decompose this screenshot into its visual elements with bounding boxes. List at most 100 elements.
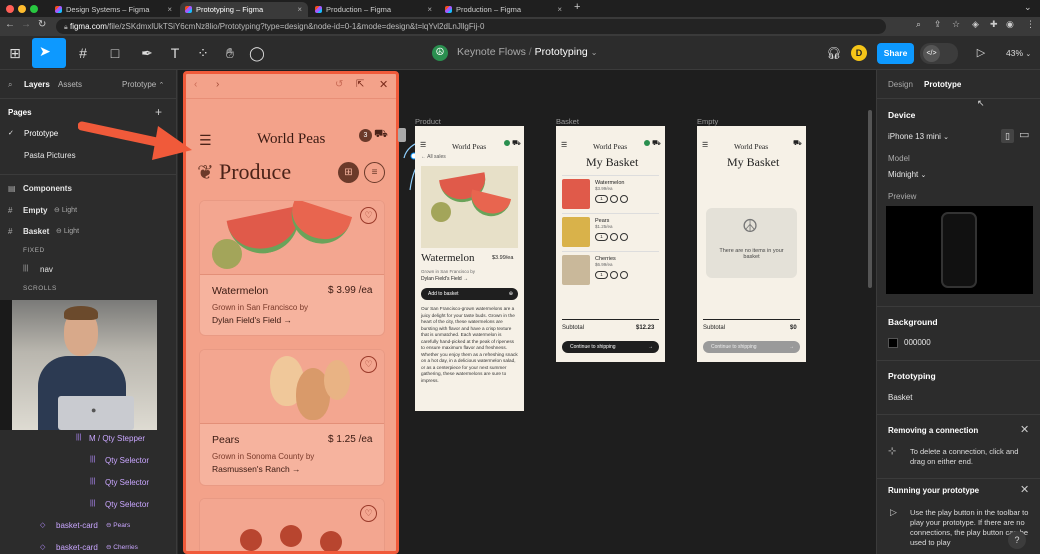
favorite-button[interactable]: ♡ bbox=[360, 207, 377, 224]
layer-empty[interactable]: # Empty ⊖ Light bbox=[0, 203, 176, 219]
close-tab-icon[interactable]: × bbox=[557, 2, 562, 17]
close-tab-icon[interactable]: × bbox=[427, 2, 432, 17]
qty-stepper[interactable]: 1 bbox=[595, 195, 630, 203]
share-page-icon[interactable]: ⇪ bbox=[934, 19, 942, 30]
search-icon[interactable]: ⌕ bbox=[916, 19, 921, 30]
prototype-preview-window[interactable]: ‹ › ↺ ⇱ ✕ ☰ World Peas 3 ⛟ ❦ Produce ⊞ ≡… bbox=[183, 71, 399, 554]
frame-empty[interactable]: ☰ World Peas ⛟ My Basket ☮ There are no … bbox=[697, 126, 806, 362]
back-arrow-icon[interactable]: ← bbox=[5, 19, 15, 30]
browser-tab-production[interactable]: Production – Figma × bbox=[310, 2, 438, 17]
url-input[interactable]: 🔒︎ figma.com/file/zSKdmxlUkTSiY6cmNz8lio… bbox=[56, 19, 886, 34]
continue-shipping-button[interactable]: Continue to shipping → bbox=[703, 341, 800, 353]
basket-item[interactable]: Cherries $6.99/ea 1 bbox=[562, 251, 659, 287]
avatar[interactable]: D bbox=[851, 45, 867, 61]
grid-view-button[interactable]: ⊞ bbox=[338, 162, 359, 183]
layer-basket-card[interactable]: ◇ basket-card ⊖ Cherries bbox=[0, 541, 176, 554]
basket-item[interactable]: Watermelon $3.99/ea 1 bbox=[562, 175, 659, 211]
favorite-button[interactable]: ♡ bbox=[360, 505, 377, 522]
basket-item[interactable]: Pears $1.25/ea 1 bbox=[562, 213, 659, 249]
tab-list-chevron-icon[interactable]: ⌄ bbox=[1024, 2, 1032, 13]
frame-label-product[interactable]: Product bbox=[415, 117, 441, 126]
resources-icon[interactable]: ⁘ bbox=[192, 42, 214, 64]
browser-tab-production-2[interactable]: Production – Figma × bbox=[440, 2, 568, 17]
close-icon[interactable]: ✕ bbox=[1020, 483, 1029, 496]
profile-icon[interactable]: ◉ bbox=[1006, 19, 1014, 30]
tab-layers[interactable]: Layers bbox=[24, 80, 50, 89]
product-card-watermelon[interactable]: ♡ Watermelon $ 3.99 /ea Grown in San Fra… bbox=[199, 200, 385, 336]
forward-arrow-icon[interactable]: › bbox=[216, 79, 219, 90]
bookmark-star-icon[interactable]: ☆ bbox=[952, 19, 960, 30]
layer-basket-card[interactable]: ◇ basket-card ⊖ Pears bbox=[0, 519, 176, 533]
hand-tool-icon[interactable]: ✋︎ bbox=[219, 42, 241, 64]
tab-prototype[interactable]: Prototype bbox=[924, 80, 961, 89]
reload-icon[interactable]: ↻ bbox=[38, 19, 46, 30]
chevron-down-icon[interactable]: ⌄ bbox=[591, 48, 598, 57]
product-card-cherries[interactable]: ♡ bbox=[199, 498, 385, 551]
list-view-button[interactable]: ≡ bbox=[364, 162, 385, 183]
layer-qty-selector[interactable]: ||| Qty Selector bbox=[0, 454, 176, 468]
back-arrow-icon[interactable]: ‹ bbox=[194, 79, 197, 90]
model-select[interactable]: Midnight ⌄ bbox=[888, 170, 926, 179]
help-button[interactable]: ? bbox=[1008, 531, 1026, 549]
present-icon[interactable]: ▷ bbox=[970, 42, 992, 64]
zoom-level[interactable]: 43% ⌄ bbox=[1006, 48, 1031, 58]
layer-basket[interactable]: # Basket ⊖ Light bbox=[0, 224, 176, 240]
farm-link[interactable]: Dylan Field's Field → bbox=[421, 276, 468, 282]
menu-icon[interactable]: ☰ bbox=[199, 132, 212, 149]
frame-product[interactable]: ☰ World Peas ⛟ ← All sales Watermelon $3… bbox=[415, 126, 524, 411]
frame-basket[interactable]: ☰ World Peas ⛟ My Basket Watermelon $3.9… bbox=[556, 126, 665, 362]
layer-qty-selector[interactable]: ||| Qty Selector bbox=[0, 476, 176, 490]
portrait-orientation-button[interactable]: ▯ bbox=[1001, 129, 1014, 143]
layer-nav[interactable]: ||| nav bbox=[0, 263, 176, 277]
dev-mode-toggle[interactable]: </> bbox=[920, 43, 958, 64]
close-window-icon[interactable] bbox=[6, 5, 14, 13]
frame-label-basket[interactable]: Basket bbox=[556, 117, 579, 126]
more-menu-icon[interactable]: ⋮ bbox=[1026, 19, 1035, 30]
basket-icon[interactable]: ⛟ bbox=[374, 128, 388, 142]
qty-stepper[interactable]: 1 bbox=[595, 271, 630, 279]
plus-button[interactable] bbox=[620, 271, 628, 279]
close-icon[interactable]: ✕ bbox=[1020, 423, 1029, 436]
pen-tool-icon[interactable]: ✒ bbox=[136, 42, 158, 64]
background-color-value[interactable]: 000000 bbox=[904, 338, 931, 347]
maximize-window-icon[interactable] bbox=[30, 5, 38, 13]
add-to-basket-button[interactable]: Add to basket ⊕ bbox=[421, 288, 518, 300]
move-tool-button[interactable]: ➤ bbox=[32, 38, 66, 68]
product-card-pears[interactable]: ♡ Pears $ 1.25 /ea Grown in Sonoma Count… bbox=[199, 349, 385, 486]
browser-tab-design-systems[interactable]: Design Systems – Figma × bbox=[50, 2, 178, 17]
plus-button[interactable] bbox=[620, 195, 628, 203]
share-button[interactable]: Share bbox=[877, 43, 914, 64]
qty-stepper[interactable]: 1 bbox=[595, 233, 630, 241]
minus-button[interactable] bbox=[610, 233, 618, 241]
favorite-button[interactable]: ♡ bbox=[360, 356, 377, 373]
open-external-icon[interactable]: ⇱ bbox=[356, 79, 364, 90]
canvas-scrollbar[interactable] bbox=[868, 110, 872, 288]
farm-link[interactable]: Rasmussen's Ranch → bbox=[212, 464, 301, 474]
connection-handle[interactable] bbox=[398, 128, 406, 142]
background-color-swatch[interactable] bbox=[888, 338, 898, 348]
device-select[interactable]: iPhone 13 mini ⌄ bbox=[888, 132, 949, 141]
minimize-window-icon[interactable] bbox=[18, 5, 26, 13]
shape-tool-icon[interactable]: □ bbox=[104, 42, 126, 64]
restart-icon[interactable]: ↺ bbox=[335, 79, 343, 90]
back-link[interactable]: ← All sales bbox=[421, 154, 446, 160]
landscape-orientation-icon[interactable]: ▭ bbox=[1019, 128, 1029, 141]
add-page-icon[interactable]: + bbox=[155, 105, 162, 119]
plus-button[interactable] bbox=[620, 233, 628, 241]
minus-button[interactable] bbox=[610, 195, 618, 203]
page-select[interactable]: Prototype ⌃ bbox=[122, 80, 164, 89]
tab-assets[interactable]: Assets bbox=[58, 80, 82, 89]
main-menu-icon[interactable]: ⊞ bbox=[4, 42, 26, 64]
browser-tab-prototyping[interactable]: Prototyping – Figma × bbox=[180, 2, 308, 17]
farm-link[interactable]: Dylan Field's Field → bbox=[212, 315, 292, 325]
new-tab-icon[interactable]: + bbox=[574, 1, 580, 13]
layer-qty-selector[interactable]: ||| Qty Selector bbox=[0, 498, 176, 512]
forward-arrow-icon[interactable]: → bbox=[21, 19, 31, 30]
tab-design[interactable]: Design bbox=[888, 80, 913, 89]
puzzle-icon[interactable]: ✚ bbox=[990, 19, 998, 30]
starting-frame[interactable]: Basket bbox=[888, 393, 912, 402]
project-name[interactable]: Keynote Flows bbox=[457, 46, 526, 58]
layer-components[interactable]: ▤ Components bbox=[0, 181, 176, 197]
comment-tool-icon[interactable]: ◯ bbox=[246, 42, 268, 64]
headphones-icon[interactable]: 🎧︎ bbox=[824, 42, 844, 64]
